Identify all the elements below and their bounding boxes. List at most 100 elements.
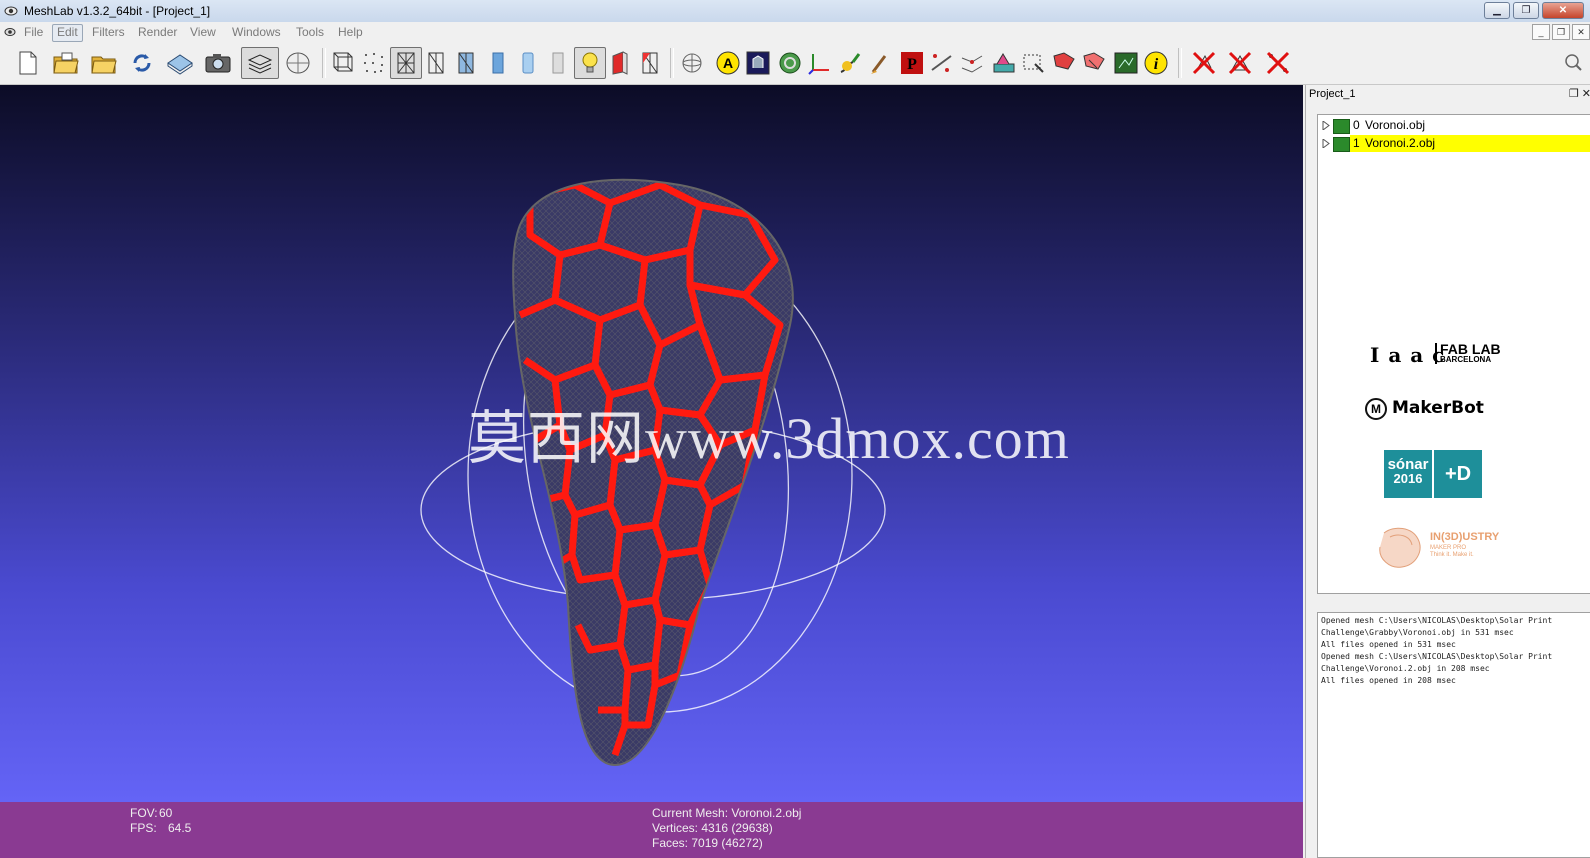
menu-view[interactable]: View: [186, 24, 220, 40]
bbox-icon[interactable]: [328, 47, 360, 79]
paint-icon[interactable]: [834, 47, 866, 79]
fov-label: FOV:: [130, 806, 158, 820]
menu-help[interactable]: Help: [334, 24, 367, 40]
info-icon[interactable]: i: [1140, 47, 1172, 79]
menu-edit[interactable]: Edit: [52, 24, 83, 42]
plus-d-logo: +D: [1434, 450, 1482, 498]
wireframe-icon[interactable]: [390, 47, 422, 79]
watermark-text: 莫西网www.3dmox.com: [468, 406, 1070, 471]
brush-icon[interactable]: [864, 47, 896, 79]
reload-icon[interactable]: [126, 47, 158, 79]
industry-logo-icon: [1379, 527, 1421, 568]
viewport-info-bar: FOV: 60 FPS: 64.5 Current Mesh: Voronoi.…: [0, 802, 1303, 858]
mdi-minimize-button[interactable]: _: [1532, 24, 1550, 40]
document-icon[interactable]: [4, 26, 16, 38]
layers-icon[interactable]: [241, 47, 279, 79]
industry-sub-line1: MAKER PRO: [1430, 545, 1467, 551]
connected-select-icon[interactable]: [1078, 47, 1110, 79]
texture-icon[interactable]: [542, 47, 574, 79]
pick-points-icon[interactable]: P: [896, 47, 928, 79]
points-icon[interactable]: [358, 47, 390, 79]
select-faces-icon[interactable]: [1048, 47, 1080, 79]
layer-tree[interactable]: 0 Voronoi.obj 1 Voronoi.2.obj I a a c FA…: [1317, 114, 1590, 594]
menu-bar: File Edit Filters Render View Windows To…: [0, 22, 1590, 42]
panel-title: Project_1: [1309, 88, 1356, 100]
layer-row[interactable]: 0 Voronoi.obj: [1318, 117, 1590, 134]
menu-filters[interactable]: Filters: [88, 24, 129, 40]
smooth-icon[interactable]: [512, 47, 544, 79]
texture-paint-icon[interactable]: [988, 47, 1020, 79]
toolbar-separator: [322, 48, 326, 78]
axes-icon[interactable]: [804, 47, 836, 79]
snapshot-icon[interactable]: [202, 47, 234, 79]
decoration-icon[interactable]: [282, 47, 314, 79]
svg-text:P: P: [907, 56, 917, 73]
makerbot-logo: MakerBot: [1392, 398, 1484, 418]
measure-icon[interactable]: [926, 47, 958, 79]
trackball-icon[interactable]: [676, 47, 708, 79]
restore-button[interactable]: ❐: [1513, 2, 1539, 19]
log-line: Challenge\Grabby\Voronoi.obj in 531 msec: [1321, 628, 1514, 637]
fps-label: FPS:: [130, 821, 157, 835]
search-icon[interactable]: [1562, 52, 1584, 74]
backface-icon[interactable]: [604, 47, 636, 79]
mdi-close-button[interactable]: ✕: [1572, 24, 1590, 40]
sonar-logo: sónar: [1387, 456, 1429, 473]
industry-sub-line2: Think it. Make it.: [1430, 552, 1474, 558]
main-toolbar: A P i: [0, 42, 1590, 85]
expand-arrow-icon[interactable]: [1322, 121, 1330, 130]
window-title: MeshLab v1.3.2_64bit - [Project_1]: [24, 4, 211, 18]
layer-dialog: Project_1 ❐ ✕ 0 Voronoi.obj 1 Voronoi.2.…: [1305, 85, 1590, 858]
layer-row-selected[interactable]: 1 Voronoi.2.obj: [1318, 135, 1590, 152]
toolbar-separator: [1178, 48, 1182, 78]
hidden-lines-icon[interactable]: [420, 47, 452, 79]
menu-windows[interactable]: Windows: [228, 24, 285, 40]
log-line: All files opened in 208 msec: [1321, 676, 1456, 685]
annotation-icon[interactable]: A: [712, 47, 744, 79]
layer-name: Voronoi.obj: [1365, 118, 1426, 132]
info-board-icon[interactable]: [742, 47, 774, 79]
fps-value: 64.5: [168, 821, 192, 835]
log-window[interactable]: Opened mesh C:\Users\NICOLAS\Desktop\Sol…: [1317, 612, 1590, 858]
menu-tools[interactable]: Tools: [292, 24, 328, 40]
color-icon[interactable]: [774, 47, 806, 79]
title-bar: MeshLab v1.3.2_64bit - [Project_1] ▁ ❐ ✕: [0, 0, 1590, 23]
eye-icon[interactable]: [1333, 119, 1350, 134]
faces-count: Faces: 7019 (46272): [652, 836, 763, 850]
new-project-icon[interactable]: [12, 47, 44, 79]
mdi-restore-button[interactable]: ❐: [1552, 24, 1570, 40]
svg-text:i: i: [1154, 56, 1159, 73]
close-button[interactable]: ✕: [1542, 2, 1584, 19]
current-mesh-label: Current Mesh: Voronoi.2.obj: [652, 806, 802, 820]
industry-logo-sub: MAKER PRO Think it. Make it.: [1430, 545, 1474, 559]
flat-lines-icon[interactable]: [450, 47, 482, 79]
select-vertices-icon[interactable]: [1018, 47, 1050, 79]
delete-faces-icon[interactable]: [1188, 47, 1220, 79]
expand-arrow-icon[interactable]: [1322, 139, 1330, 148]
open-project-icon[interactable]: [50, 47, 82, 79]
3d-viewport[interactable]: 莫西网www.3dmox.com: [0, 85, 1303, 802]
delete-all-icon[interactable]: [1262, 47, 1294, 79]
log-line: Challenge\Voronoi.2.obj in 208 msec: [1321, 664, 1490, 673]
industry-logo-text: IN(3D)USTRY: [1430, 531, 1500, 543]
raster-icon[interactable]: [1110, 47, 1142, 79]
meshlab-app-icon[interactable]: [4, 4, 18, 18]
open-mesh-icon[interactable]: [88, 47, 120, 79]
toolbar-separator: [670, 48, 674, 78]
panel-float-button[interactable]: ❐ ✕: [1569, 87, 1590, 100]
menu-render[interactable]: Render: [134, 24, 181, 40]
sonar-year: 2016: [1393, 471, 1423, 486]
delete-vertices-icon[interactable]: [1224, 47, 1256, 79]
eye-icon[interactable]: [1333, 137, 1350, 152]
light-icon[interactable]: [574, 47, 606, 79]
align-icon[interactable]: [956, 47, 988, 79]
selected-faces-icon[interactable]: [634, 47, 666, 79]
fov-value: 60: [159, 806, 173, 820]
minimize-button[interactable]: ▁: [1484, 2, 1510, 19]
fablab-logo-text: FAB LAB: [1440, 341, 1501, 357]
save-icon[interactable]: [164, 47, 196, 79]
vertices-count: Vertices: 4316 (29638): [652, 821, 773, 835]
flat-icon[interactable]: [482, 47, 514, 79]
log-line: All files opened in 531 msec: [1321, 640, 1456, 649]
menu-file[interactable]: File: [20, 24, 47, 40]
